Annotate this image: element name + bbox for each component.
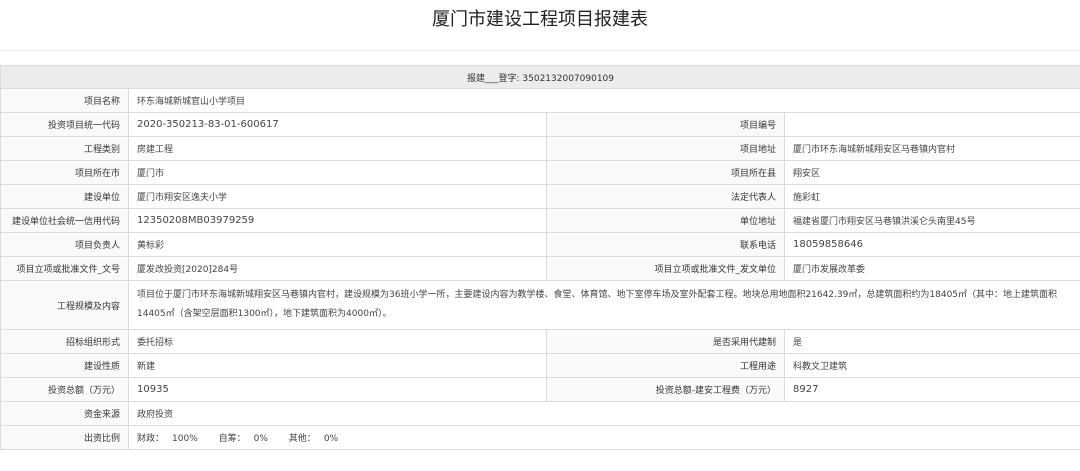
form-row: 投资项目统一代码 2020-350213-83-01-600617 项目编号 (0, 112, 1080, 137)
project-number-label: 项目编号 (546, 112, 785, 137)
county-label: 项目所在县 (546, 160, 785, 185)
form-row: 建设单位 厦门市翔安区逸夫小学 法定代表人 施彩虹 (0, 184, 1080, 209)
city-label: 项目所在市 (0, 160, 129, 185)
credit-code-value: 12350208MB03979259 (128, 208, 547, 233)
title-divider (0, 50, 1080, 51)
registration-row: 报建___登字: 3502132007090109 (0, 65, 1080, 89)
form-row: 资金来源 政府投资 (0, 401, 1080, 426)
project-number-value (783, 112, 1080, 137)
ratio-self-value: 0% (253, 434, 268, 444)
ratio-other-value: 0% (323, 434, 339, 444)
unit-address-value: 福建省厦门市翔安区马巷镇洪溪仑头南里45号 (783, 208, 1080, 233)
approval-doc-value: 厦发改投资[2020]284号 (128, 256, 547, 281)
phone-value: 18059858646 (783, 232, 1080, 257)
investment-label: 投资总额（万元） (0, 377, 129, 402)
form-row: 项目负责人 黄标彩 联系电话 18059858646 (0, 232, 1080, 257)
nature-label: 建设性质 (0, 353, 129, 378)
investment-code-label: 投资项目统一代码 (0, 112, 129, 137)
form-row: 投资总额（万元） 10935 投资总额-建安工程费（万元） 8927 (0, 377, 1080, 402)
builder-value: 厦门市翔安区逸夫小学 (128, 184, 547, 209)
page-title: 厦门市建设工程项目报建表 (432, 9, 648, 30)
legal-rep-value: 施彩虹 (783, 184, 1080, 209)
bidding-value: 委托招标 (128, 329, 547, 354)
project-name-value: 环东海城新城官山小学项目 (127, 88, 1080, 113)
manager-value: 黄标彩 (128, 232, 547, 257)
unit-address-label: 单位地址 (546, 208, 785, 233)
form-row: 项目立项或批准文件_文号 厦发改投资[2020]284号 项目立项或批准文件_发… (0, 256, 1080, 281)
form-row: 项目名称 环东海城新城官山小学项目 (0, 88, 1080, 113)
ratio-self: 自筹： 0% (219, 434, 268, 444)
usage-label: 工程用途 (546, 353, 785, 378)
approval-unit-label: 项目立项或批准文件_发文单位 (546, 256, 785, 281)
form-row: 出资比例 财政： 100% 自筹： 0% 其他： 0% (0, 425, 1080, 450)
approval-unit-value: 厦门市发展改革委 (783, 256, 1080, 281)
agent-value: 是 (783, 329, 1080, 354)
funding-value: 政府投资 (127, 401, 1080, 426)
category-value: 房建工程 (128, 136, 547, 161)
credit-code-label: 建设单位社会统一信用代码 (0, 208, 129, 233)
ratio-fiscal-value: 100% (172, 434, 198, 444)
approval-doc-label: 项目立项或批准文件_文号 (0, 256, 129, 281)
project-name-label: 项目名称 (0, 88, 129, 113)
investment-code-value: 2020-350213-83-01-600617 (128, 112, 547, 137)
ratio-value: 财政： 100% 自筹： 0% 其他： 0% (127, 425, 1080, 450)
scope-label: 工程规模及内容 (0, 280, 129, 330)
investment-value: 10935 (128, 377, 547, 402)
category-label: 工程类别 (0, 136, 129, 161)
ratio-label: 出资比例 (0, 425, 129, 450)
bidding-label: 招标组织形式 (0, 329, 129, 354)
manager-label: 项目负责人 (0, 232, 129, 257)
ratio-other-label: 其他： (288, 434, 316, 444)
city-value: 厦门市 (128, 160, 547, 185)
agent-label: 是否采用代建制 (546, 329, 785, 354)
address-label: 项目地址 (546, 136, 785, 161)
ratio-self-label: 自筹： (218, 434, 246, 444)
registration-number: 报建___登字: 3502132007090109 (0, 65, 1080, 89)
county-value: 翔安区 (783, 160, 1080, 185)
ratio-fiscal: 财政： 100% (137, 434, 198, 444)
builder-label: 建设单位 (0, 184, 129, 209)
scope-value: 项目位于厦门市环东海城新城翔安区马巷镇内官村，建设规模为36班小学一所，主要建设… (127, 280, 1080, 330)
nature-value: 新建 (128, 353, 547, 378)
legal-rep-label: 法定代表人 (546, 184, 785, 209)
ratio-other: 其他： 0% (289, 434, 338, 444)
construction-cost-value: 8927 (783, 377, 1080, 402)
form-row: 建设性质 新建 工程用途 科教文卫建筑 (0, 353, 1080, 378)
form-row: 工程类别 房建工程 项目地址 厦门市环东海城新城翔安区马巷镇内官村 (0, 136, 1080, 161)
phone-label: 联系电话 (546, 232, 785, 257)
construction-cost-label: 投资总额-建安工程费（万元） (546, 377, 785, 402)
ratio-fiscal-label: 财政： (137, 434, 165, 444)
form-row: 工程规模及内容 项目位于厦门市环东海城新城翔安区马巷镇内官村，建设规模为36班小… (0, 280, 1080, 330)
form-row: 项目所在市 厦门市 项目所在县 翔安区 (0, 160, 1080, 185)
usage-value: 科教文卫建筑 (783, 353, 1080, 378)
funding-label: 资金来源 (0, 401, 129, 426)
project-registration-form: 报建___登字: 3502132007090109 项目名称 环东海城新城官山小… (0, 65, 1080, 450)
address-value: 厦门市环东海城新城翔安区马巷镇内官村 (783, 136, 1080, 161)
form-row: 建设单位社会统一信用代码 12350208MB03979259 单位地址 福建省… (0, 208, 1080, 233)
form-row: 招标组织形式 委托招标 是否采用代建制 是 (0, 329, 1080, 354)
